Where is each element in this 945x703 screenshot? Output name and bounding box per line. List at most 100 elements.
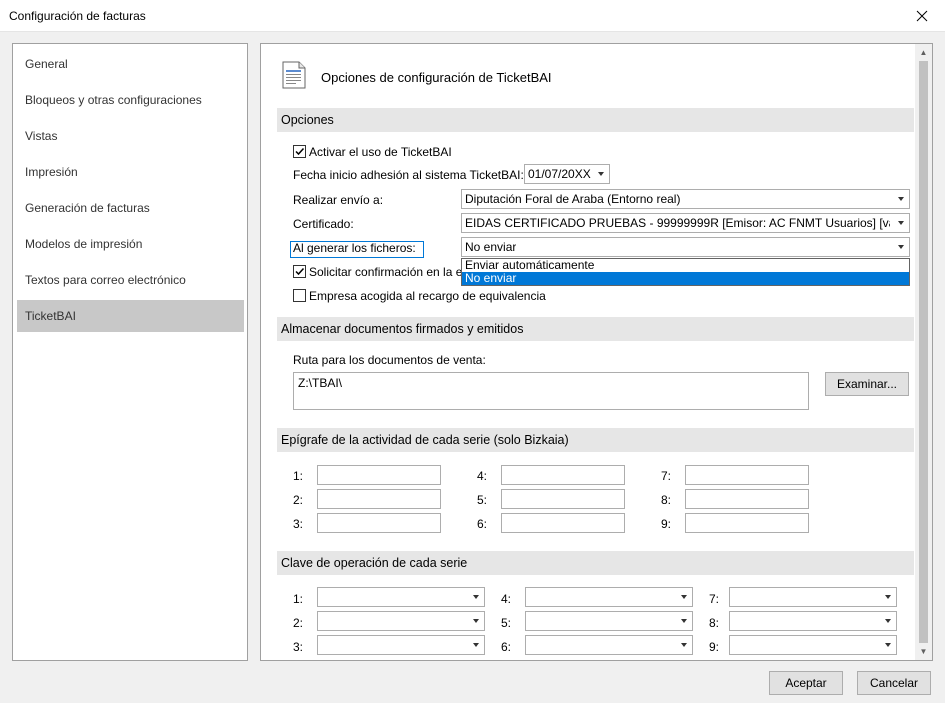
epigrafe-label-8: 8: — [661, 493, 672, 507]
clave-label-7: 7: — [709, 592, 720, 606]
checkmark-icon — [295, 267, 305, 276]
clave-label-9: 9: — [709, 640, 720, 654]
chevron-down-icon[interactable] — [892, 190, 909, 208]
certificado-label: Certificado: — [293, 217, 354, 231]
checkmark-icon — [295, 147, 305, 156]
epigrafe-label-9: 9: — [661, 517, 672, 531]
chevron-down-icon[interactable] — [879, 612, 896, 630]
epigrafe-label-3: 3: — [293, 517, 304, 531]
scroll-down-icon[interactable]: ▼ — [915, 643, 932, 660]
generar-value: No enviar — [465, 240, 517, 254]
examinar-button[interactable]: Examinar... — [825, 372, 909, 396]
vertical-scrollbar[interactable]: ▲ ▼ — [915, 44, 932, 660]
sidebar-item-textos[interactable]: Textos para correo electrónico — [17, 264, 244, 296]
activar-checkbox[interactable] — [293, 145, 306, 158]
option-enviar-automaticamente[interactable]: Enviar automáticamente — [462, 259, 909, 272]
empresa-label: Empresa acogida al recargo de equivalenc… — [309, 289, 546, 303]
close-button[interactable] — [899, 0, 945, 32]
clave-select-5[interactable] — [525, 611, 693, 631]
clave-select-1[interactable] — [317, 587, 485, 607]
chevron-down-icon[interactable] — [675, 612, 692, 630]
fecha-label: Fecha inicio adhesión al sistema TicketB… — [293, 168, 524, 182]
sidebar-item-bloqueos[interactable]: Bloqueos y otras configuraciones — [17, 84, 244, 116]
chevron-down-icon[interactable] — [879, 636, 896, 654]
section-opciones: Opciones — [277, 108, 914, 132]
epigrafe-label-7: 7: — [661, 469, 672, 483]
window-title: Configuración de facturas — [9, 9, 146, 23]
document-icon — [282, 61, 306, 89]
chevron-down-icon[interactable] — [892, 214, 909, 232]
clave-select-6[interactable] — [525, 635, 693, 655]
chevron-down-icon[interactable] — [879, 588, 896, 606]
epigrafe-input-4[interactable] — [501, 465, 625, 485]
sidebar-item-general[interactable]: General — [17, 48, 244, 80]
epigrafe-input-6[interactable] — [501, 513, 625, 533]
clave-select-2[interactable] — [317, 611, 485, 631]
epigrafe-label-2: 2: — [293, 493, 304, 507]
close-icon — [916, 10, 928, 22]
chevron-down-icon[interactable] — [675, 588, 692, 606]
ruta-value: Z:\TBAI\ — [298, 376, 343, 390]
sidebar-item-vistas[interactable]: Vistas — [17, 120, 244, 152]
sidebar-item-generacion[interactable]: Generación de facturas — [17, 192, 244, 224]
chevron-down-icon[interactable] — [892, 238, 909, 256]
chevron-down-icon[interactable] — [467, 588, 484, 606]
clave-select-4[interactable] — [525, 587, 693, 607]
chevron-down-icon[interactable] — [675, 636, 692, 654]
epigrafe-input-5[interactable] — [501, 489, 625, 509]
generar-select[interactable]: No enviar — [461, 237, 910, 257]
epigrafe-label-5: 5: — [477, 493, 488, 507]
certificado-value: EIDAS CERTIFICADO PRUEBAS - 99999999R [E… — [465, 216, 890, 230]
envio-value: Diputación Foral de Araba (Entorno real) — [465, 192, 681, 206]
epigrafe-input-9[interactable] — [685, 513, 809, 533]
settings-panel: Opciones de configuración de TicketBAI O… — [260, 43, 933, 661]
epigrafe-input-7[interactable] — [685, 465, 809, 485]
clave-label-4: 4: — [501, 592, 512, 606]
clave-label-8: 8: — [709, 616, 720, 630]
envio-label: Realizar envío a: — [293, 193, 384, 207]
solicitar-checkbox[interactable] — [293, 265, 306, 278]
epigrafe-input-2[interactable] — [317, 489, 441, 509]
sidebar: General Bloqueos y otras configuraciones… — [12, 43, 248, 661]
clave-label-2: 2: — [293, 616, 304, 630]
ruta-field[interactable]: Z:\TBAI\ — [293, 372, 809, 410]
empresa-checkbox[interactable] — [293, 289, 306, 302]
activar-label: Activar el uso de TicketBAI — [309, 145, 452, 159]
generar-dropdown-list: Enviar automáticamente No enviar — [461, 258, 910, 286]
section-almacenar: Almacenar documentos firmados y emitidos — [277, 317, 914, 341]
section-clave: Clave de operación de cada serie — [277, 551, 914, 575]
solicitar-label: Solicitar confirmación en la en — [309, 265, 470, 279]
sidebar-item-impresion[interactable]: Impresión — [17, 156, 244, 188]
chevron-down-icon[interactable] — [467, 612, 484, 630]
sidebar-item-modelos[interactable]: Modelos de impresión — [17, 228, 244, 260]
certificado-select[interactable]: EIDAS CERTIFICADO PRUEBAS - 99999999R [E… — [461, 213, 910, 233]
epigrafe-label-4: 4: — [477, 469, 488, 483]
section-epigrafe: Epígrafe de la actividad de cada serie (… — [277, 428, 914, 452]
clave-label-1: 1: — [293, 592, 304, 606]
ruta-label: Ruta para los documentos de venta: — [293, 353, 486, 367]
fecha-picker[interactable]: 01/07/20XX — [524, 164, 610, 184]
cancel-button[interactable]: Cancelar — [857, 671, 931, 695]
epigrafe-input-1[interactable] — [317, 465, 441, 485]
page-title: Opciones de configuración de TicketBAI — [321, 70, 552, 85]
epigrafe-input-3[interactable] — [317, 513, 441, 533]
chevron-down-icon[interactable] — [592, 165, 609, 183]
sidebar-item-ticketbai[interactable]: TicketBAI — [17, 300, 244, 332]
epigrafe-input-8[interactable] — [685, 489, 809, 509]
title-bar: Configuración de facturas — [0, 0, 945, 32]
envio-select[interactable]: Diputación Foral de Araba (Entorno real) — [461, 189, 910, 209]
clave-label-3: 3: — [293, 640, 304, 654]
scroll-up-icon[interactable]: ▲ — [915, 44, 932, 61]
scrollbar-thumb[interactable] — [919, 61, 928, 643]
option-no-enviar[interactable]: No enviar — [462, 272, 909, 285]
accept-button[interactable]: Aceptar — [769, 671, 843, 695]
epigrafe-label-6: 6: — [477, 517, 488, 531]
clave-select-8[interactable] — [729, 611, 897, 631]
chevron-down-icon[interactable] — [467, 636, 484, 654]
clave-select-7[interactable] — [729, 587, 897, 607]
clave-label-6: 6: — [501, 640, 512, 654]
epigrafe-label-1: 1: — [293, 469, 304, 483]
clave-select-3[interactable] — [317, 635, 485, 655]
clave-select-9[interactable] — [729, 635, 897, 655]
fecha-value: 01/07/20XX — [528, 167, 591, 181]
